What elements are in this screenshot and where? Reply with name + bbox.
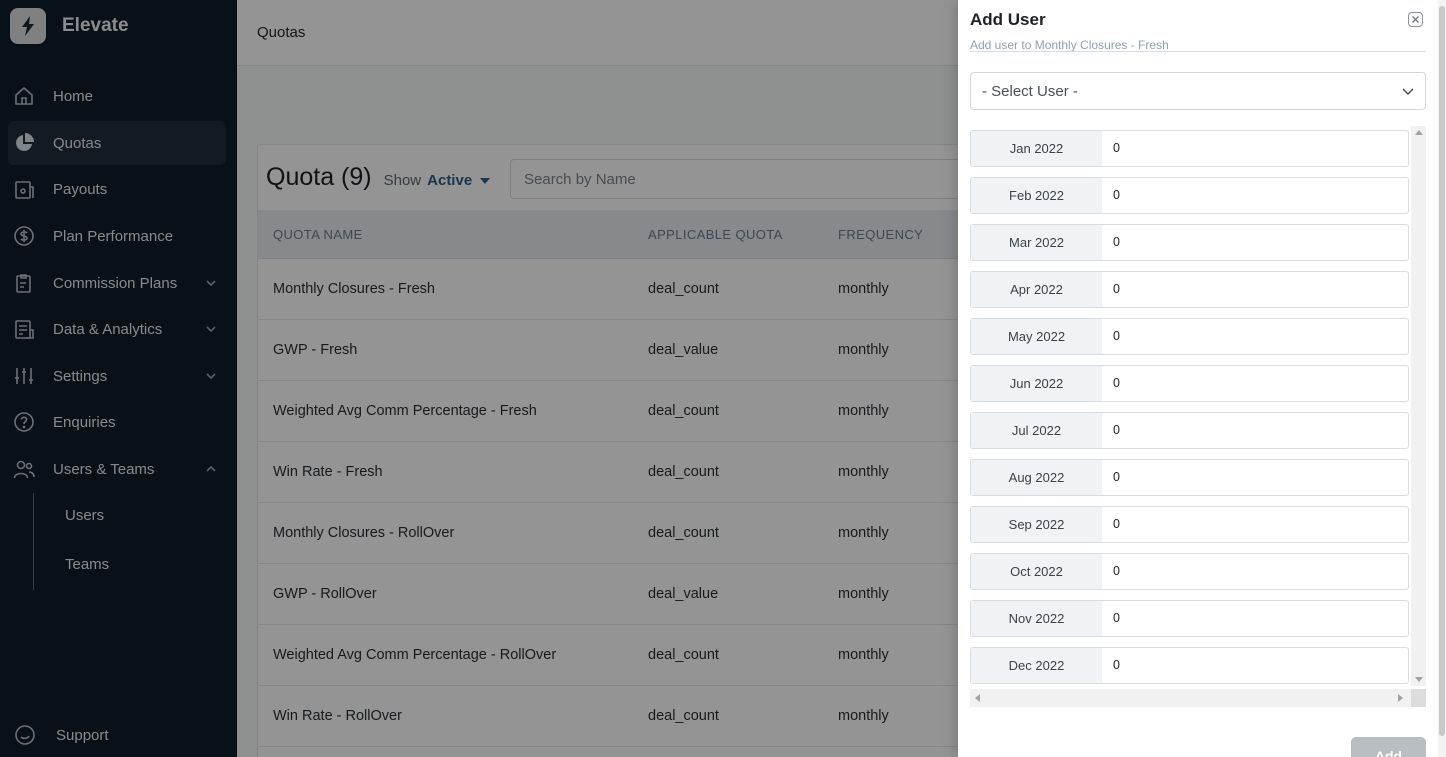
month-quota-input[interactable]: 0 [1102,554,1408,589]
month-row: Aug 2022 0 [970,459,1409,496]
horizontal-scrollbar[interactable] [970,689,1426,707]
page-scrollbar[interactable] [1438,0,1446,757]
month-label: Jun 2022 [971,366,1102,401]
scrollbar-corner [1411,689,1426,707]
month-quota-input[interactable]: 0 [1102,131,1408,166]
add-button[interactable]: Add [1351,737,1426,757]
user-select[interactable]: - Select User - [970,72,1426,110]
month-row: Oct 2022 0 [970,553,1409,590]
month-row: Mar 2022 0 [970,224,1409,261]
month-label: Oct 2022 [971,554,1102,589]
month-row: May 2022 0 [970,318,1409,355]
chevron-down-icon [1402,88,1414,96]
month-row: Apr 2022 0 [970,271,1409,308]
month-label: Aug 2022 [971,460,1102,495]
month-quota-input[interactable]: 0 [1102,366,1408,401]
month-quota-input[interactable]: 0 [1102,413,1408,448]
drawer-title: Add User [970,10,1046,29]
page-scrollbar-thumb[interactable] [1439,6,1445,736]
month-row: Jun 2022 0 [970,365,1409,402]
month-row: Nov 2022 0 [970,600,1409,637]
close-button[interactable] [1408,12,1423,27]
scroll-down-arrow-icon[interactable] [1415,677,1423,682]
drawer-subtitle: Add user to Monthly Closures - Fresh [970,38,1169,52]
user-select-value: - Select User - [982,82,1078,100]
monthly-quota-list: Jan 2022 0 Feb 2022 0 Mar 2022 0 Apr 202… [970,126,1426,707]
month-row: Dec 2022 0 [970,647,1409,684]
month-label: Feb 2022 [971,178,1102,213]
month-quota-input[interactable]: 0 [1102,648,1408,683]
scroll-up-arrow-icon[interactable] [1415,130,1423,135]
scroll-left-arrow-icon[interactable] [975,694,980,702]
month-row: Jul 2022 0 [970,412,1409,449]
month-label: Nov 2022 [971,601,1102,636]
month-label: Jul 2022 [971,413,1102,448]
month-row: Feb 2022 0 [970,177,1409,214]
month-row: Sep 2022 0 [970,506,1409,543]
month-quota-input[interactable]: 0 [1102,507,1408,542]
drawer-divider [970,51,1426,52]
month-label: Dec 2022 [971,648,1102,683]
month-quota-input[interactable]: 0 [1102,225,1408,260]
month-quota-input[interactable]: 0 [1102,272,1408,307]
month-label: Mar 2022 [971,225,1102,260]
month-quota-input[interactable]: 0 [1102,178,1408,213]
month-label: Apr 2022 [971,272,1102,307]
scroll-right-arrow-icon[interactable] [1398,694,1403,702]
close-icon [1412,16,1419,23]
month-label: May 2022 [971,319,1102,354]
month-row: Jan 2022 0 [970,130,1409,167]
month-quota-input[interactable]: 0 [1102,601,1408,636]
month-quota-input[interactable]: 0 [1102,319,1408,354]
month-quota-input[interactable]: 0 [1102,460,1408,495]
vertical-scrollbar[interactable] [1411,126,1426,686]
month-label: Jan 2022 [971,131,1102,166]
add-user-drawer: Add User Add user to Monthly Closures - … [958,0,1446,757]
month-label: Sep 2022 [971,507,1102,542]
